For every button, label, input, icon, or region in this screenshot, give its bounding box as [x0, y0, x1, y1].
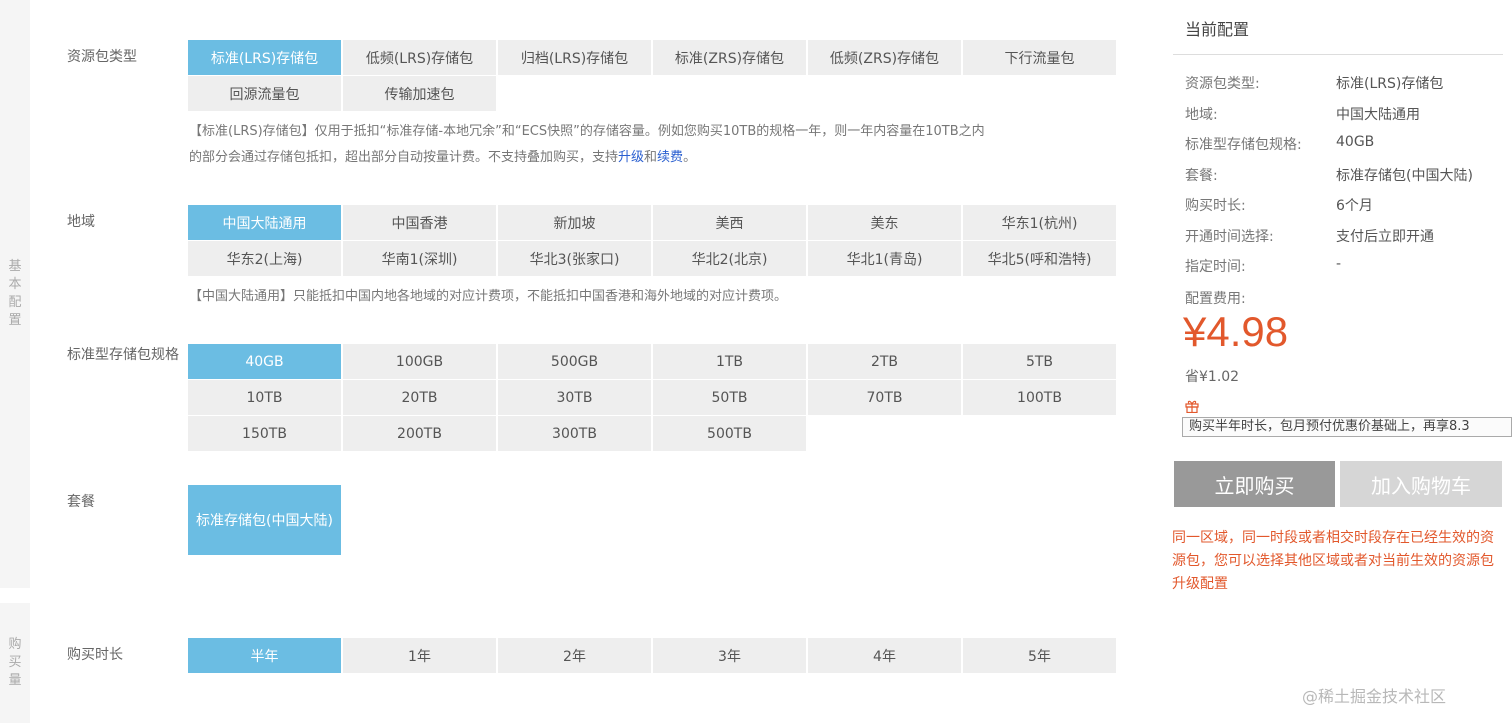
region-warning: 同一区域，同一时段或者相交时段存在已经生效的资源包，您可以选择其他区域或者对当前…	[1172, 530, 1494, 592]
spec-option-2[interactable]: 500GB	[498, 344, 651, 379]
region-option-6[interactable]: 华东2(上海)	[188, 241, 341, 276]
spec-option-11[interactable]: 100TB	[963, 380, 1116, 415]
spec-option-5[interactable]: 5TB	[963, 344, 1116, 379]
summary-key-1: 地域:	[1185, 107, 1218, 123]
add-to-cart-button[interactable]: 加入购物车	[1340, 461, 1502, 507]
region-option-7[interactable]: 华南1(深圳)	[343, 241, 496, 276]
save-amount: 省¥1.02	[1185, 369, 1240, 385]
region-description: 【中国大陆通用】只能抵扣中国内地各地域的对应计费项，不能抵扣中国香港和海外地域的…	[189, 289, 788, 304]
summary-key-0: 资源包类型:	[1185, 76, 1260, 92]
duration-label: 购买时长	[67, 647, 123, 663]
region-option-8[interactable]: 华北3(张家口)	[498, 241, 651, 276]
price: ¥4.98	[1183, 308, 1289, 355]
spec-option-7[interactable]: 20TB	[343, 380, 496, 415]
gift-icon	[1185, 400, 1199, 413]
spec-option-15[interactable]: 500TB	[653, 416, 806, 451]
summary-key-4: 购买时长:	[1185, 198, 1246, 214]
spec-option-10[interactable]: 70TB	[808, 380, 961, 415]
summary-key-6: 指定时间:	[1185, 259, 1246, 275]
summary-key-5: 开通时间选择:	[1185, 229, 1274, 245]
summary-value-5: 支付后立即开通	[1336, 229, 1434, 245]
spec-option-14[interactable]: 300TB	[498, 416, 651, 451]
duration-option-0[interactable]: 半年	[188, 638, 341, 673]
package-type-option-2[interactable]: 归档(LRS)存储包	[498, 40, 651, 75]
plan-label: 套餐	[67, 494, 95, 510]
duration-option-4[interactable]: 4年	[808, 638, 961, 673]
discount-tip: 购买半年时长，包月预付优惠价基础上，再享8.3	[1182, 417, 1512, 437]
duration-option-1[interactable]: 1年	[343, 638, 496, 673]
spec-label: 标准型存储包规格	[67, 347, 179, 363]
summary-key-2: 标准型存储包规格:	[1185, 137, 1302, 153]
summary-title: 当前配置	[1185, 20, 1250, 39]
fee-label: 配置费用:	[1185, 291, 1246, 307]
upgrade-link[interactable]: 升级	[618, 150, 644, 165]
spec-option-0[interactable]: 40GB	[188, 344, 341, 379]
duration-options: 半年 1年 2年 3年 4年 5年	[188, 638, 1116, 673]
summary-value-0: 标准(LRS)存储包	[1336, 76, 1444, 92]
summary-value-4: 6个月	[1336, 198, 1373, 214]
region-options: 中国大陆通用 中国香港 新加坡 美西 美东 华东1(杭州) 华东2(上海) 华南1(深圳) 华北…	[188, 205, 1116, 276]
summary-value-3: 标准存储包(中国大陆)	[1336, 168, 1473, 184]
region-option-2[interactable]: 新加坡	[498, 205, 651, 240]
package-desc-end: 。	[683, 150, 697, 165]
summary-value-2: 40GB	[1336, 134, 1375, 150]
package-type-option-3[interactable]: 标准(ZRS)存储包	[653, 40, 806, 75]
package-desc-line2: 的部分会通过存储包抵扣，超出部分自动按量计费。不支持叠加购买，支持升级和续费。	[189, 145, 1109, 171]
spec-options: 40GB 100GB 500GB 1TB 2TB 5TB 10TB 20TB 30TB 50TB 7…	[188, 344, 1116, 451]
buy-now-button[interactable]: 立即购买	[1174, 461, 1335, 507]
watermark: @稀土掘金技术社区	[1302, 687, 1447, 706]
side-tab-purchase-label: 购买量	[8, 637, 22, 688]
package-desc-and: 和	[644, 150, 658, 165]
package-type-option-6[interactable]: 回源流量包	[188, 76, 341, 111]
region-option-9[interactable]: 华北2(北京)	[653, 241, 806, 276]
spec-option-9[interactable]: 50TB	[653, 380, 806, 415]
region-option-4[interactable]: 美东	[808, 205, 961, 240]
duration-option-3[interactable]: 3年	[653, 638, 806, 673]
summary-divider	[1173, 54, 1503, 55]
side-tab-purchase: 购买量	[0, 603, 30, 723]
side-tab-basic-config: 基本配置	[0, 0, 30, 588]
spec-option-3[interactable]: 1TB	[653, 344, 806, 379]
package-type-label: 资源包类型	[67, 49, 137, 65]
summary-value-1: 中国大陆通用	[1336, 107, 1420, 123]
plan-option-selected[interactable]: 标准存储包(中国大陆)	[188, 485, 341, 555]
package-desc-line1: 【标准(LRS)存储包】仅用于抵扣“标准存储-本地冗余”和“ECS快照”的存储容…	[189, 124, 985, 139]
renew-link[interactable]: 续费	[657, 150, 683, 165]
spec-option-8[interactable]: 30TB	[498, 380, 651, 415]
duration-option-2[interactable]: 2年	[498, 638, 651, 673]
package-type-option-4[interactable]: 低频(ZRS)存储包	[808, 40, 961, 75]
spec-option-12[interactable]: 150TB	[188, 416, 341, 451]
spec-option-4[interactable]: 2TB	[808, 344, 961, 379]
spec-option-1[interactable]: 100GB	[343, 344, 496, 379]
region-option-11[interactable]: 华北5(呼和浩特)	[963, 241, 1116, 276]
region-option-10[interactable]: 华北1(青岛)	[808, 241, 961, 276]
spec-option-6[interactable]: 10TB	[188, 380, 341, 415]
package-type-description: 【标准(LRS)存储包】仅用于抵扣“标准存储-本地冗余”和“ECS快照”的存储容…	[189, 119, 1109, 171]
summary-value-6: -	[1336, 256, 1342, 272]
duration-option-5[interactable]: 5年	[963, 638, 1116, 673]
package-type-options: 标准(LRS)存储包 低频(LRS)存储包 归档(LRS)存储包 标准(ZRS)存储包…	[188, 40, 1116, 111]
package-type-option-1[interactable]: 低频(LRS)存储包	[343, 40, 496, 75]
package-type-option-0[interactable]: 标准(LRS)存储包	[188, 40, 341, 75]
region-option-1[interactable]: 中国香港	[343, 205, 496, 240]
package-desc-text: 的部分会通过存储包抵扣，超出部分自动按量计费。不支持叠加购买，支持	[189, 150, 619, 165]
region-option-3[interactable]: 美西	[653, 205, 806, 240]
package-type-option-5[interactable]: 下行流量包	[963, 40, 1116, 75]
region-option-0[interactable]: 中国大陆通用	[188, 205, 341, 240]
package-type-option-7[interactable]: 传输加速包	[343, 76, 496, 111]
summary-key-3: 套餐:	[1185, 168, 1218, 184]
spec-option-13[interactable]: 200TB	[343, 416, 496, 451]
region-option-5[interactable]: 华东1(杭州)	[963, 205, 1116, 240]
side-tab-basic-label: 基本配置	[8, 259, 22, 328]
region-label: 地域	[67, 214, 95, 230]
